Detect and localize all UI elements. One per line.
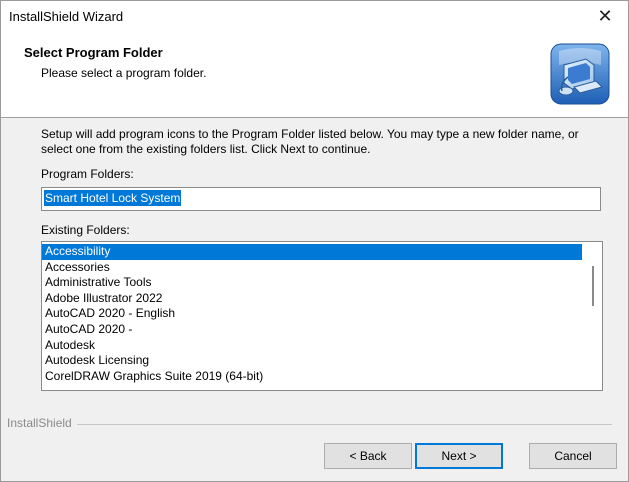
- list-scrollbar[interactable]: [584, 242, 602, 390]
- list-item[interactable]: CorelDRAW Graphics Suite 2019 (64-bit): [42, 369, 582, 385]
- close-icon: ✕: [597, 5, 613, 26]
- list-item[interactable]: Autodesk Licensing: [42, 353, 582, 369]
- program-folder-value: Smart Hotel Lock System: [44, 190, 182, 206]
- list-item[interactable]: Autodesk: [42, 338, 582, 354]
- page-title: Select Program Folder: [24, 45, 163, 60]
- scrollbar-thumb[interactable]: [592, 266, 594, 306]
- footer-divider: [7, 424, 612, 425]
- installshield-wizard-window: InstallShield Wizard ✕ Select Program Fo…: [0, 0, 629, 482]
- list-item[interactable]: AutoCAD 2020 -: [42, 322, 582, 338]
- existing-folders-items: Accessibility Accessories Administrative T…: [42, 244, 582, 384]
- existing-folders-list[interactable]: Accessibility Accessories Administrative T…: [41, 241, 603, 391]
- back-button[interactable]: < Back: [324, 443, 412, 469]
- list-item[interactable]: Accessibility: [42, 244, 582, 260]
- list-item[interactable]: AutoCAD 2020 - English: [42, 306, 582, 322]
- intro-text: Setup will add program icons to the Prog…: [41, 127, 579, 156]
- page-subtitle: Please select a program folder.: [41, 66, 207, 80]
- title-bar: InstallShield Wizard ✕: [1, 1, 628, 31]
- cancel-button[interactable]: Cancel: [529, 443, 617, 469]
- program-folder-input[interactable]: Smart Hotel Lock System: [41, 187, 601, 211]
- installshield-brand: InstallShield: [7, 416, 77, 430]
- program-folders-label: Program Folders:: [41, 167, 134, 181]
- list-item[interactable]: Adobe Illustrator 2022: [42, 291, 582, 307]
- close-button[interactable]: ✕: [582, 1, 628, 31]
- window-title: InstallShield Wizard: [9, 9, 124, 24]
- setup-computer-icon: [550, 43, 610, 105]
- next-button[interactable]: Next >: [415, 443, 503, 469]
- list-item[interactable]: Accessories: [42, 260, 582, 276]
- list-item[interactable]: Administrative Tools: [42, 275, 582, 291]
- existing-folders-label: Existing Folders:: [41, 223, 130, 237]
- wizard-header: Select Program Folder Please select a pr…: [1, 31, 628, 118]
